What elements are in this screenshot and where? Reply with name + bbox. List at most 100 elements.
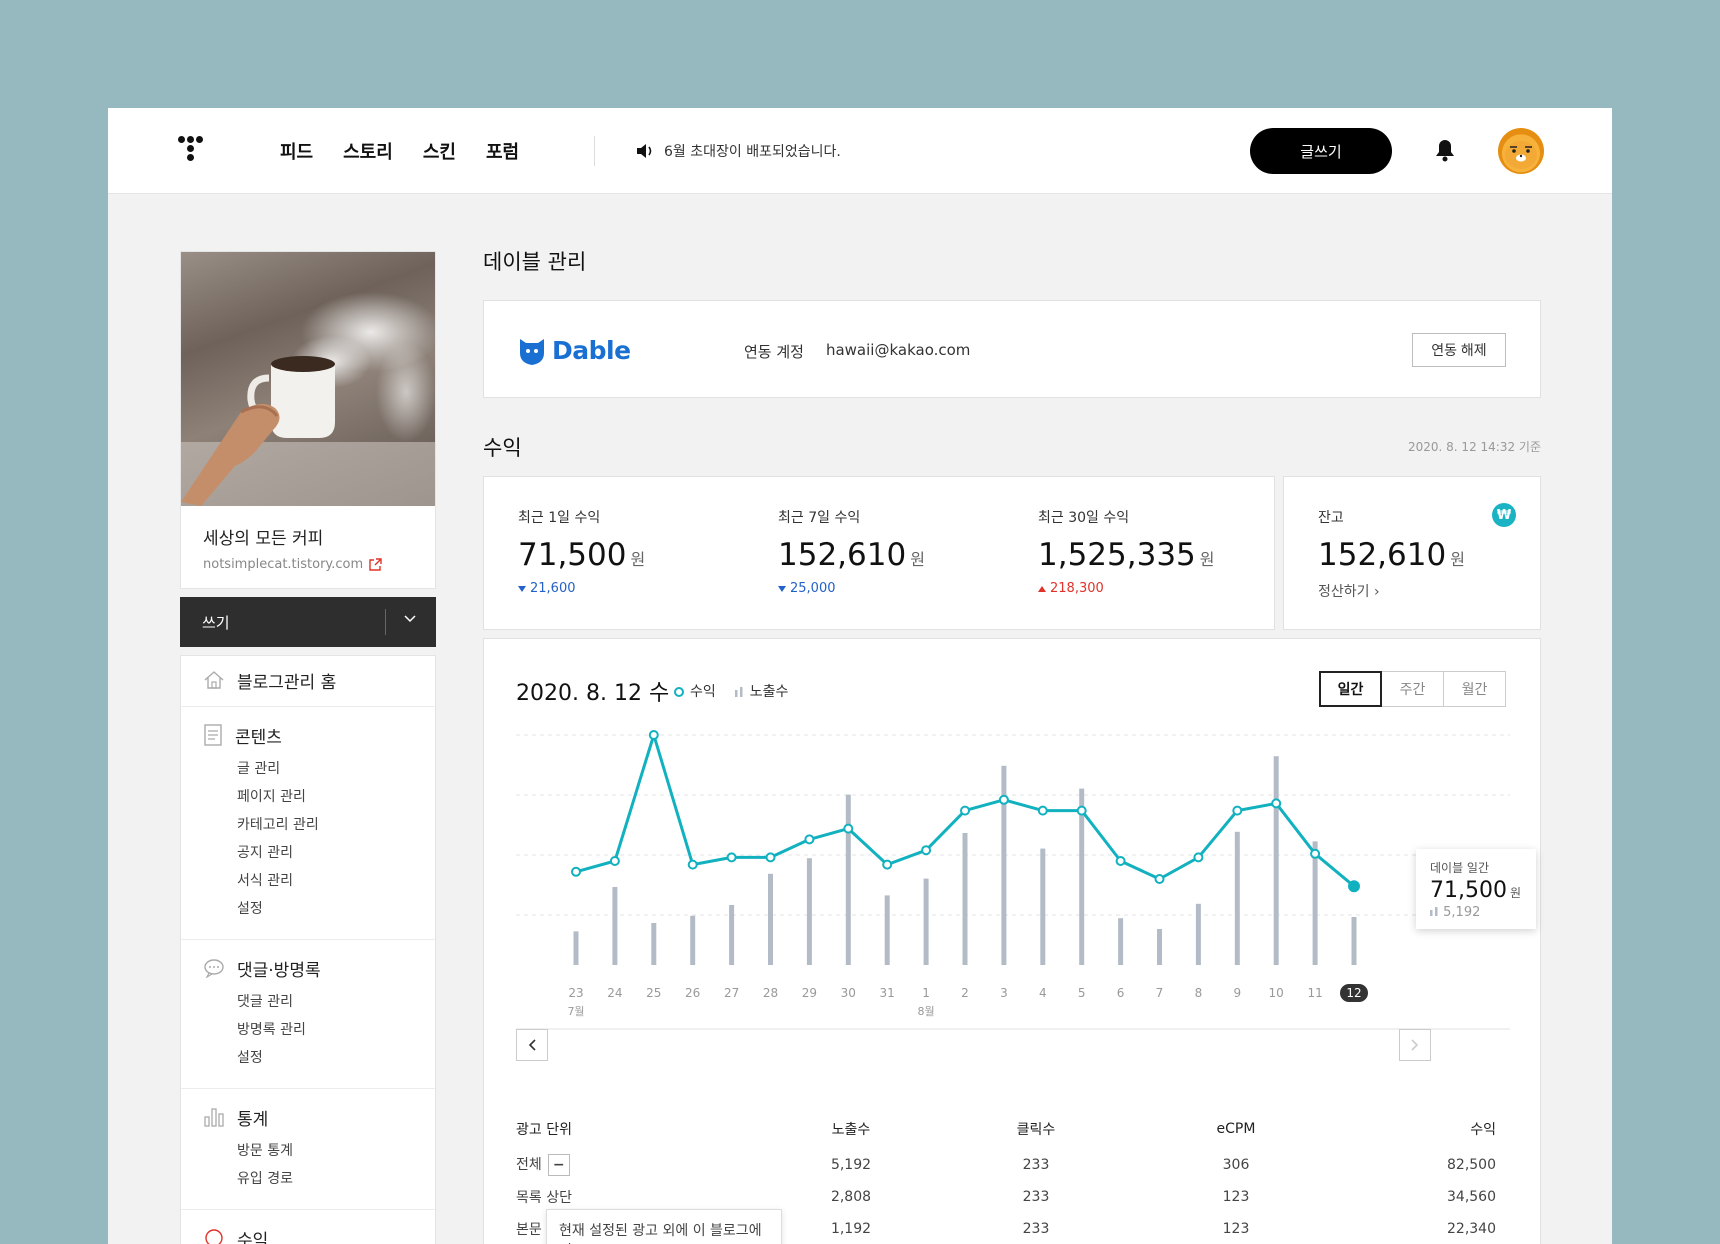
x-tick-label: 26 [685,986,700,1000]
app-frame: 피드 스토리 스킨 포럼 6월 초대장이 배포되었습니다. 글쓰기 세상의 모든… [108,108,1612,1244]
x-tick-label: 25 [646,986,661,1000]
chevron-down-icon[interactable] [404,615,416,623]
nav-forum[interactable]: 포럼 [486,138,519,164]
table-header: 광고 단위 노출수 클릭수 eCPM 수익 [516,1109,1510,1149]
x-tick-label: 11 [1307,986,1322,1000]
revenue-point [1232,805,1243,816]
admin-menu: 블로그관리 홈 콘텐츠 글 관리 페이지 관리 카테고리 관리 공지 관리 서식… [180,655,436,1244]
stats-icon [204,1108,224,1127]
notice[interactable]: 6월 초대장이 배포되었습니다. [636,141,841,161]
menu-group-contents: 콘텐츠 글 관리 페이지 관리 카테고리 관리 공지 관리 서식 관리 설정 [181,707,435,940]
menu-item-content-settings[interactable]: 설정 [237,895,435,923]
revenue-point [921,845,932,856]
x-tick-label: 3 [1000,986,1008,1000]
notice-text: 6월 초대장이 배포되었습니다. [664,144,841,160]
selected-point [1348,880,1360,893]
views-bar [1234,831,1240,965]
revenue-point [998,794,1009,805]
bar-icon [1430,907,1438,916]
x-tick-label: 6 [1117,986,1125,1000]
revenue-point [648,730,659,740]
chart-next-button[interactable] [1399,1029,1431,1061]
account-email: hawaii@kakao.com [825,341,971,359]
bell-icon[interactable] [1434,138,1456,162]
views-bar [651,923,657,965]
x-tick-label: 29 [802,986,817,1000]
blog-url[interactable]: notsimplecat.tistory.com [203,557,413,572]
menu-stats-title: 통계 [237,1109,269,1130]
nav-story[interactable]: 스토리 [343,138,393,164]
period-weekly[interactable]: 주간 [1381,671,1444,707]
menu-item-comments[interactable]: 댓글 관리 [237,988,435,1016]
document-icon [204,724,222,746]
menu-item-visit-stats[interactable]: 방문 통계 [237,1137,435,1165]
views-bar [806,858,812,965]
settle-link[interactable]: 정산하기 › [1318,581,1465,601]
menu-item-notices[interactable]: 공지 관리 [237,839,435,867]
menu-stats-head[interactable]: 통계 [181,1103,435,1131]
cell: 2,808 [830,1189,872,1205]
cell: 123 [1222,1221,1250,1237]
x-tick-label: 5 [1078,986,1086,1000]
menu-item-posts[interactable]: 글 관리 [237,755,435,783]
period-daily[interactable]: 일간 [1319,671,1382,707]
speaker-icon [637,144,652,158]
menu-home[interactable]: 블로그관리 홈 [181,656,435,707]
blog-cover-image [181,252,435,506]
chart-legend: 수익 노출수 [674,681,788,701]
blog-title[interactable]: 세상의 모든 커피 [203,524,413,549]
views-bar [1040,848,1046,965]
x-tick-label: 8 [1195,986,1203,1000]
menu-group-comments: 댓글·방명록 댓글 관리 방명록 관리 설정 [181,940,435,1089]
blog-card[interactable]: 세상의 모든 커피 notsimplecat.tistory.com [180,251,436,589]
cell: 22,340 [1447,1221,1496,1237]
linked-account: 연동 계정 hawaii@kakao.com [744,341,970,362]
x-tick-label: 31 [880,986,895,1000]
views-bar [1157,929,1162,965]
sidebar-write-button[interactable]: 쓰기 [180,597,436,647]
chart-date: 2020. 8. 12 수 [516,681,670,706]
menu-comments-title: 댓글·방명록 [237,960,321,981]
menu-contents-title: 콘텐츠 [235,727,282,748]
views-bar [690,915,696,965]
nav-feed[interactable]: 피드 [280,138,313,164]
menu-item-pages[interactable]: 페이지 관리 [237,783,435,811]
revenue-timestamp: 2020. 8. 12 14:32 기준 [1408,440,1541,454]
revenue-title: 수익 [483,436,522,460]
col-ad-unit: 광고 단위 [516,1122,572,1138]
menu-revenue-head[interactable]: 수익 [181,1224,435,1244]
period-toggle: 일간 주간 월간 [1319,671,1506,707]
menu-item-referrers[interactable]: 유입 경로 [237,1165,435,1193]
bar-icon [734,687,743,697]
menu-home-label: 블로그관리 홈 [237,672,337,693]
revenue-stats-panel: 최근 1일 수익 71,500 원 21,600 최근 7일 수익 152,610… [483,476,1275,630]
views-bar [1312,841,1318,965]
stat-delta: 25,000 [778,581,925,596]
col-ecpm: eCPM [1216,1121,1256,1137]
menu-group-stats: 통계 방문 통계 유입 경로 [181,1089,435,1210]
menu-item-guestbook[interactable]: 방명록 관리 [237,1016,435,1044]
x-tick-label: 7 [1156,986,1164,1000]
menu-comments-head[interactable]: 댓글·방명록 [181,954,435,982]
chart-panel: 2020. 8. 12 수 수익 노출수 일간 주간 월간 23 7월 24 25 26… [483,638,1541,1244]
views-bar [884,895,890,965]
menu-item-templates[interactable]: 서식 관리 [237,867,435,895]
col-clicks: 클릭수 [1016,1122,1056,1138]
views-bar [1351,917,1357,965]
period-monthly[interactable]: 월간 [1443,671,1506,707]
menu-item-comment-settings[interactable]: 설정 [237,1044,435,1072]
menu-contents-head[interactable]: 콘텐츠 [181,721,435,749]
menu-item-categories[interactable]: 카테고리 관리 [237,811,435,839]
menu-revenue-title: 수익 [237,1230,269,1244]
avatar[interactable] [1498,128,1544,174]
collapse-icon[interactable]: − [547,1154,570,1176]
x-tick-label: 4 [1039,986,1047,1000]
unlink-button[interactable]: 연동 해제 [1412,333,1506,367]
down-triangle-icon [518,585,526,592]
views-bar [612,887,618,965]
chart-prev-button[interactable] [516,1029,548,1061]
nav-skin[interactable]: 스킨 [423,138,456,164]
tistory-logo-icon[interactable] [178,136,212,166]
write-post-button[interactable]: 글쓰기 [1250,128,1392,174]
revenue-point [1037,805,1048,816]
